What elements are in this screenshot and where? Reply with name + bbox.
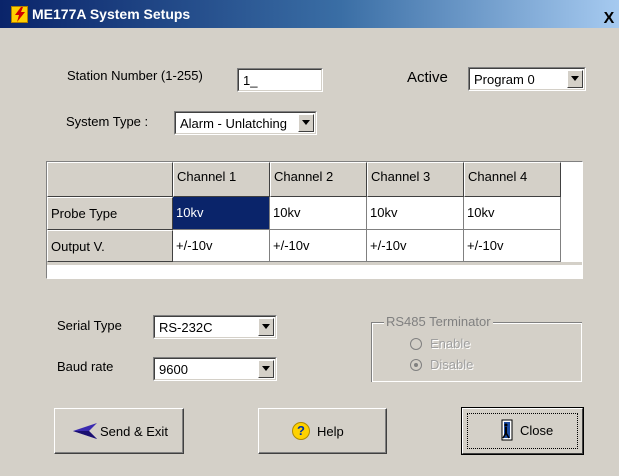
system-type-dropdown-button[interactable] (298, 114, 314, 132)
system-type-label: System Type : (66, 114, 149, 129)
column-header-channel-1[interactable]: Channel 1 (173, 162, 270, 197)
chevron-down-icon (262, 324, 270, 329)
row-header-output-v[interactable]: Output V. (47, 230, 173, 262)
station-number-input[interactable]: 1_ (237, 68, 323, 92)
baud-rate-select[interactable]: 9600 (153, 357, 277, 381)
send-exit-label: Send & Exit (100, 424, 168, 439)
rs485-terminator-group (371, 322, 582, 382)
dialog-window: ME177A System Setups X Station Number (1… (0, 0, 619, 476)
disable-radio[interactable] (410, 359, 422, 371)
active-dropdown-button[interactable] (567, 70, 583, 88)
close-label: Close (520, 423, 554, 438)
system-type-value: Alarm - Unlatching (180, 116, 287, 131)
active-select-value: Program 0 (474, 72, 535, 87)
station-number-value: 1_ (243, 73, 258, 88)
enable-radio[interactable] (410, 338, 422, 350)
cell-probe-type-channel-4[interactable]: 10kv (464, 197, 561, 230)
help-question-icon: ? (292, 422, 310, 440)
column-header-channel-4[interactable]: Channel 4 (464, 162, 561, 197)
system-type-select[interactable]: Alarm - Unlatching (174, 111, 317, 135)
chevron-down-icon (571, 76, 579, 81)
send-arrow-icon (73, 423, 97, 439)
lightning-icon (11, 6, 28, 23)
radio-selected-dot (414, 363, 418, 367)
station-number-label: Station Number (1-255) (67, 68, 203, 83)
serial-type-dropdown-button[interactable] (258, 318, 274, 336)
cell-probe-type-channel-2[interactable]: 10kv (270, 197, 367, 230)
enable-radio-label: Enable (430, 336, 471, 351)
close-window-button[interactable]: X (601, 10, 617, 28)
cell-output-v-channel-4[interactable]: +/-10v (464, 230, 561, 262)
cell-output-v-channel-1[interactable]: +/-10v (173, 230, 270, 262)
serial-type-value: RS-232C (159, 320, 213, 335)
active-select[interactable]: Program 0 (468, 67, 586, 91)
help-label: Help (317, 424, 344, 439)
window-title: ME177A System Setups (32, 6, 191, 22)
send-exit-button[interactable]: Send & Exit (54, 408, 184, 454)
close-button[interactable]: Close (461, 407, 584, 455)
active-label: Active (407, 69, 448, 86)
chevron-down-icon (262, 366, 270, 371)
column-header-channel-3[interactable]: Channel 3 (367, 162, 464, 197)
baud-rate-dropdown-button[interactable] (258, 360, 274, 378)
chevron-down-icon (302, 120, 310, 125)
cell-probe-type-channel-1[interactable]: 10kv (173, 197, 270, 230)
help-button[interactable]: ? Help (258, 408, 387, 454)
cell-output-v-channel-2[interactable]: +/-10v (270, 230, 367, 262)
row-header-probe-type[interactable]: Probe Type (47, 197, 173, 230)
grid-scroll-gutter (47, 262, 582, 265)
column-header-channel-2[interactable]: Channel 2 (270, 162, 367, 197)
cell-probe-type-channel-3[interactable]: 10kv (367, 197, 464, 230)
channel-grid[interactable]: Channel 1 Channel 2 Channel 3 Channel 4 … (46, 161, 583, 279)
serial-type-select[interactable]: RS-232C (153, 315, 277, 339)
baud-rate-label: Baud rate (57, 359, 114, 374)
door-exit-icon (501, 419, 513, 441)
baud-rate-value: 9600 (159, 362, 188, 377)
title-bar[interactable]: ME177A System Setups (0, 0, 619, 28)
grid-corner-header (47, 162, 173, 197)
cell-output-v-channel-3[interactable]: +/-10v (367, 230, 464, 262)
serial-type-label: Serial Type (57, 318, 122, 333)
disable-radio-label: Disable (430, 357, 474, 372)
rs485-terminator-title: RS485 Terminator (384, 314, 493, 329)
